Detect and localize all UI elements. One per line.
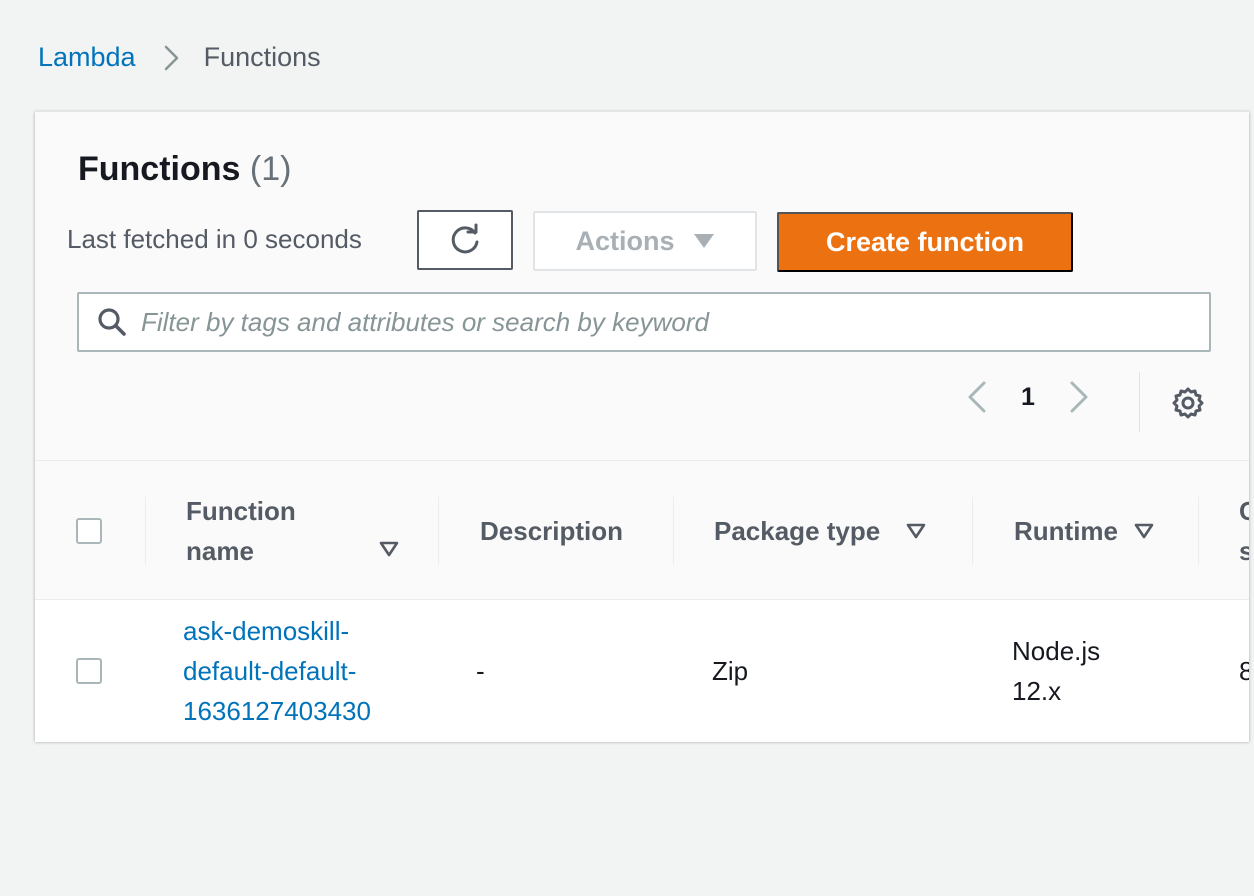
preferences-button[interactable] <box>1171 386 1205 420</box>
select-all-checkbox[interactable] <box>76 518 102 544</box>
actions-label: Actions <box>575 225 675 256</box>
row-checkbox[interactable] <box>76 658 102 684</box>
sort-caret-icon <box>1134 523 1154 539</box>
column-divider <box>972 497 973 565</box>
column-header-label: Description <box>480 515 624 546</box>
breadcrumb-lambda-link[interactable]: Lambda <box>38 42 136 73</box>
functions-panel: Functions (1) Last fetched in 0 seconds … <box>35 111 1249 742</box>
column-divider <box>1198 497 1199 565</box>
actions-dropdown[interactable]: Actions <box>533 211 757 271</box>
gear-icon <box>1171 386 1205 420</box>
function-name-line: default-default- <box>183 656 357 686</box>
functions-table: Function name Description Package type R… <box>35 460 1249 742</box>
function-name-line: 1636127403430 <box>183 696 371 726</box>
truncated-header-line: C <box>1239 496 1249 526</box>
column-header-truncated[interactable]: C s <box>1239 461 1249 601</box>
column-header-description: Description <box>480 461 623 601</box>
sort-caret-icon <box>906 523 926 539</box>
search-icon <box>97 307 127 337</box>
function-name-cell: ask-demoskill- default-default- 16361274… <box>183 600 371 742</box>
column-divider <box>438 497 439 565</box>
column-header-label: Runtime <box>1014 515 1118 546</box>
column-header-package-type[interactable]: Package type <box>714 461 926 601</box>
pagination: 1 <box>965 380 1091 414</box>
column-header-runtime[interactable]: Runtime <box>1014 461 1154 601</box>
last-fetched-text: Last fetched in 0 seconds <box>67 224 362 254</box>
current-page-number[interactable]: 1 <box>989 383 1067 412</box>
create-function-button[interactable]: Create function <box>777 212 1073 272</box>
sort-caret-icon <box>379 541 399 557</box>
column-header-function-name[interactable]: Function name <box>186 461 436 601</box>
previous-page-button[interactable] <box>965 380 989 414</box>
select-all-cell <box>76 461 102 601</box>
column-header-label: name <box>186 536 254 566</box>
runtime-cell: Node.js 12.x <box>1012 600 1100 742</box>
pager-divider <box>1139 372 1140 432</box>
caret-down-icon <box>693 233 715 249</box>
function-name-line: ask-demoskill- <box>183 616 350 646</box>
column-divider <box>673 497 674 565</box>
table-header: Function name Description Package type R… <box>35 460 1249 600</box>
description-cell: - <box>476 656 485 686</box>
function-name-link[interactable]: ask-demoskill- default-default- 16361274… <box>183 611 371 731</box>
panel-header: Functions (1) Last fetched in 0 seconds … <box>35 112 1249 461</box>
truncated-header-line: s <box>1239 536 1249 566</box>
function-count: (1) <box>249 150 292 188</box>
column-header-label: Function <box>186 496 296 526</box>
row-select-cell <box>76 600 102 742</box>
truncated-cell: 8 <box>1239 656 1249 686</box>
runtime-line: 12.x <box>1012 676 1062 706</box>
column-divider <box>145 497 146 565</box>
package-type-cell: Zip <box>712 656 749 686</box>
refresh-icon <box>448 223 482 257</box>
title-text: Functions <box>78 150 241 188</box>
table-row: ask-demoskill- default-default- 16361274… <box>35 600 1249 742</box>
breadcrumb: Lambda Functions <box>38 42 321 73</box>
column-header-label: Package type <box>714 515 881 546</box>
search-input[interactable] <box>141 306 1181 338</box>
chevron-right-icon <box>162 44 182 72</box>
page-title: Functions (1) <box>78 150 291 189</box>
breadcrumb-current: Functions <box>203 42 321 72</box>
runtime-line: Node.js <box>1012 636 1101 666</box>
next-page-button[interactable] <box>1067 380 1091 414</box>
search-box[interactable] <box>77 292 1211 352</box>
refresh-button[interactable] <box>417 210 513 270</box>
